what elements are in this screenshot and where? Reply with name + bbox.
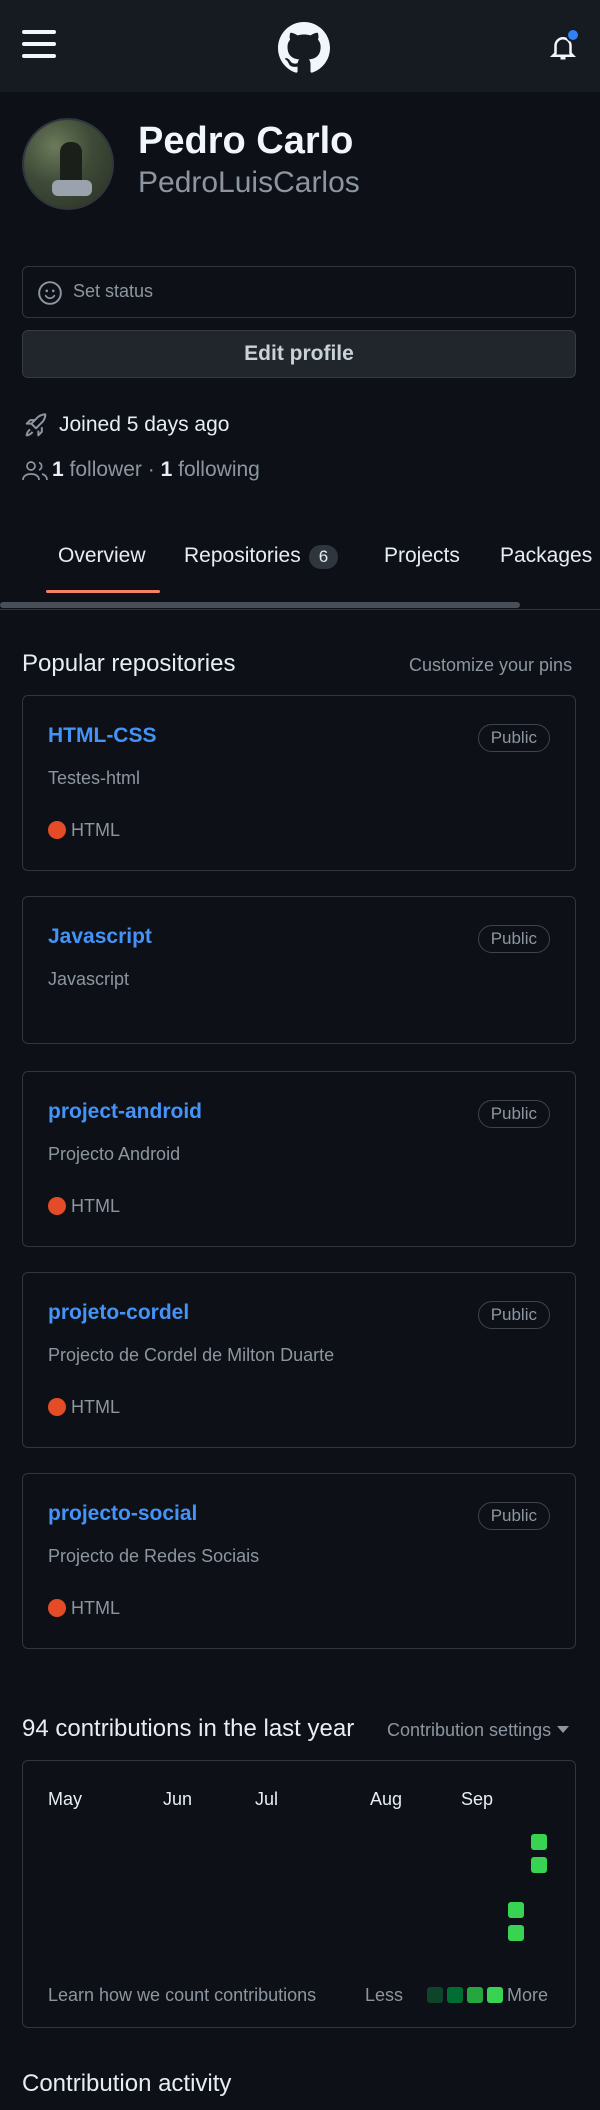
tab-repositories-label: Repositories: [184, 544, 301, 567]
tab-overview[interactable]: Overview: [58, 544, 146, 568]
contribution-day[interactable]: [508, 1902, 524, 1918]
repo-description: Projecto de Cordel de Milton Duarte: [48, 1345, 335, 1365]
repo-card: projeto-cordel Public Projecto de Cordel…: [22, 1272, 576, 1448]
legend-less-label: Less: [365, 1985, 404, 2005]
smiley-icon: [38, 281, 62, 305]
visibility-badge: Public: [477, 1502, 550, 1530]
repo-card: project-android Public Projecto Android …: [22, 1071, 576, 1247]
visibility-badge: Public: [477, 724, 550, 752]
legend-level-3: [467, 1987, 483, 2003]
github-logo-icon[interactable]: [278, 22, 330, 74]
language-color-dot: [48, 1197, 66, 1215]
month-label: Sep: [461, 1789, 494, 1809]
month-label: May: [48, 1789, 83, 1809]
repo-card: HTML-CSS Public Testes-html HTML: [22, 695, 576, 871]
contribution-day[interactable]: [531, 1857, 547, 1873]
notification-indicator: [566, 28, 580, 42]
visibility-badge: Public: [477, 925, 550, 953]
repo-language: HTML: [48, 820, 120, 841]
legend-more-label: More: [507, 1985, 549, 2005]
follow-separator: ·: [147, 458, 155, 481]
contribution-graph: May Jun Jul Aug Sep Learn how we count c…: [22, 1760, 576, 2028]
followers-label[interactable]: follower: [70, 458, 142, 481]
month-label: Aug: [370, 1789, 403, 1809]
repo-name-link[interactable]: project-android: [48, 1100, 202, 1124]
language-color-dot: [48, 821, 66, 839]
profile-name: Pedro Carlo: [138, 120, 354, 162]
repo-description: Javascript: [48, 969, 130, 989]
followers-count[interactable]: 1: [52, 458, 64, 481]
repo-language: HTML: [48, 1397, 120, 1418]
set-status-button[interactable]: Set status: [22, 266, 576, 318]
repo-description: Projecto Android: [48, 1144, 181, 1164]
month-label: Jul: [255, 1789, 279, 1809]
following-label[interactable]: following: [178, 458, 260, 481]
people-icon: [22, 461, 48, 481]
set-status-label: Set status: [73, 281, 154, 301]
avatar[interactable]: [22, 118, 114, 210]
repo-name-link[interactable]: HTML-CSS: [48, 724, 157, 748]
contribution-activity-title: Contribution activity: [22, 2070, 232, 2097]
repositories-counter: 6: [308, 545, 339, 569]
repo-card: projecto-social Public Projecto de Redes…: [22, 1473, 576, 1649]
contribution-settings-dropdown[interactable]: Contribution settings: [387, 1720, 570, 1741]
repo-name-link[interactable]: projecto-social: [48, 1502, 197, 1526]
repo-card: Javascript Public Javascript: [22, 896, 576, 1044]
legend-level-1: [427, 1987, 443, 2003]
repo-language: HTML: [48, 1196, 120, 1217]
following-count[interactable]: 1: [161, 458, 173, 481]
menu-icon[interactable]: [22, 30, 56, 60]
month-label: Jun: [163, 1789, 193, 1809]
edit-profile-button[interactable]: Edit profile: [22, 330, 576, 378]
repo-name-link[interactable]: projeto-cordel: [48, 1301, 189, 1325]
customize-pins-link[interactable]: Customize your pins: [409, 655, 572, 676]
caret-down-icon: [557, 1726, 570, 1733]
popular-repositories-title: Popular repositories: [22, 650, 236, 677]
visibility-badge: Public: [477, 1100, 550, 1128]
profile-login: PedroLuisCarlos: [138, 166, 360, 199]
language-color-dot: [48, 1599, 66, 1617]
repo-language-label: HTML: [71, 1397, 120, 1417]
contribution-day[interactable]: [508, 1925, 524, 1941]
language-color-dot: [48, 1398, 66, 1416]
repo-name-link[interactable]: Javascript: [48, 925, 152, 949]
repo-language-label: HTML: [71, 1196, 120, 1216]
learn-contributions-link[interactable]: Learn how we count contributions: [48, 1985, 316, 2006]
rocket-icon: [25, 413, 47, 437]
repo-language-label: HTML: [71, 820, 120, 840]
contributions-title: 94 contributions in the last year: [22, 1715, 355, 1742]
tab-packages[interactable]: Packages: [500, 544, 592, 568]
repo-language: HTML: [48, 1598, 120, 1619]
repo-language-label: HTML: [71, 1598, 120, 1618]
app-header: [0, 0, 600, 92]
joined-text: Joined 5 days ago: [59, 413, 230, 436]
tab-repositories[interactable]: Repositories 6: [184, 544, 339, 569]
active-tab-indicator: [46, 590, 160, 593]
visibility-badge: Public: [477, 1301, 550, 1329]
tabs-scrollbar[interactable]: [0, 602, 520, 608]
legend-level-2: [447, 1987, 463, 2003]
contribution-settings-label: Contribution settings: [387, 1720, 552, 1740]
tab-projects[interactable]: Projects: [384, 544, 460, 568]
repo-description: Projecto de Redes Sociais: [48, 1546, 260, 1566]
legend-level-4: [487, 1987, 503, 2003]
contribution-day[interactable]: [531, 1834, 547, 1850]
profile-tabs: Overview Repositories 6 Projects Packages: [0, 530, 600, 610]
repo-description: Testes-html: [48, 768, 141, 788]
